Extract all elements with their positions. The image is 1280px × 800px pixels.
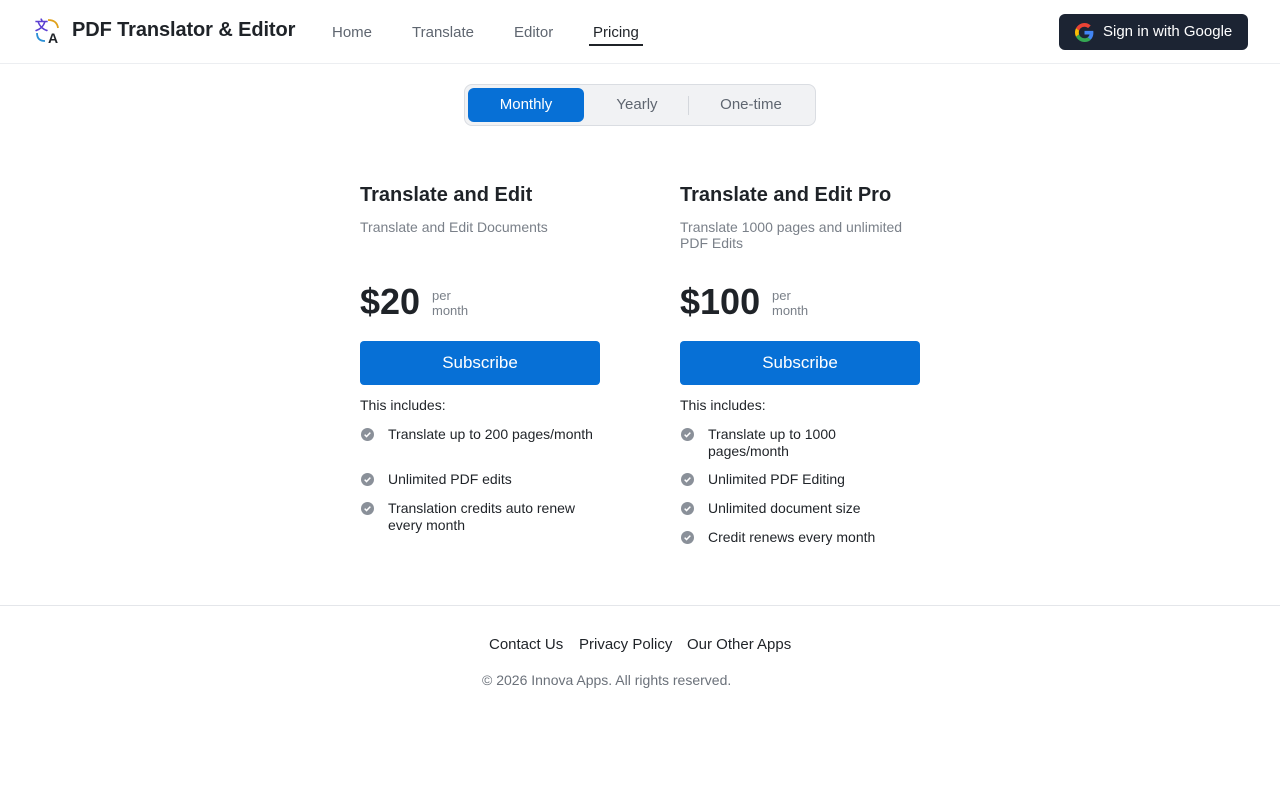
plan-description: Translate and Edit Documents <box>360 219 548 235</box>
check-circle-icon <box>681 531 694 544</box>
feature-text: Unlimited document size <box>708 500 861 516</box>
plan-price: $20 <box>360 281 421 322</box>
toggle-monthly[interactable]: Monthly <box>468 88 584 122</box>
footer: Contact Us Privacy Policy Our Other Apps… <box>0 605 1280 688</box>
svg-text:文: 文 <box>35 18 49 34</box>
svg-text:A: A <box>48 30 58 45</box>
subscribe-button[interactable]: Subscribe <box>680 341 920 385</box>
price-period-line-2: month <box>772 303 809 318</box>
feature-text: Credit renews every month <box>708 529 876 545</box>
footer-link-privacy[interactable]: Privacy Policy <box>579 636 672 653</box>
app-title[interactable]: PDF Translator & Editor <box>72 19 295 42</box>
includes-label: This includes: <box>360 397 446 413</box>
toggle-one-time[interactable]: One-time <box>691 88 811 122</box>
subscribe-button[interactable]: Subscribe <box>360 341 600 385</box>
feature-text: Translation credits auto renew every mon… <box>388 500 576 533</box>
top-header: 文 A PDF Translator & Editor Home Transla… <box>0 0 1280 64</box>
billing-period-toggle: Monthly Yearly One-time <box>464 84 816 126</box>
price-period-line-1: per <box>772 288 791 303</box>
footer-link-contact[interactable]: Contact Us <box>489 636 563 653</box>
check-circle-icon <box>361 473 374 486</box>
toggle-yearly[interactable]: Yearly <box>587 88 687 122</box>
nav-translate[interactable]: Translate <box>412 24 474 41</box>
check-circle-icon <box>361 502 374 515</box>
nav-editor[interactable]: Editor <box>514 24 553 41</box>
feature-text: Unlimited PDF edits <box>388 471 512 487</box>
feature-text: Unlimited PDF Editing <box>708 471 845 487</box>
google-icon <box>1075 23 1094 42</box>
sign-in-google-button[interactable]: Sign in with Google <box>1059 14 1248 50</box>
feature-text: Translate up to 1000 pages/month <box>708 426 836 459</box>
price-period: per month <box>432 288 468 318</box>
includes-label: This includes: <box>680 397 766 413</box>
nav-pricing[interactable]: Pricing <box>589 24 643 46</box>
plan-price: $100 <box>680 281 761 322</box>
nav-home[interactable]: Home <box>332 24 372 41</box>
sign-in-label: Sign in with Google <box>1103 23 1233 40</box>
check-circle-icon <box>681 473 694 486</box>
feature-text: Translate up to 200 pages/month <box>388 426 593 442</box>
footer-link-other-apps[interactable]: Our Other Apps <box>687 636 791 653</box>
price-period: per month <box>772 288 808 318</box>
copyright-text: © 2026 Innova Apps. All rights reserved. <box>482 672 732 688</box>
check-circle-icon <box>361 428 374 441</box>
toggle-divider <box>688 96 689 115</box>
price-period-line-1: per <box>432 288 451 303</box>
plan-name: Translate and Edit Pro <box>680 184 892 206</box>
plan-description: Translate 1000 pages and unlimited PDF E… <box>680 219 903 251</box>
check-circle-icon <box>681 428 694 441</box>
plan-name: Translate and Edit <box>360 184 533 206</box>
translate-icon[interactable]: 文 A <box>34 17 62 45</box>
check-circle-icon <box>681 502 694 515</box>
price-period-line-2: month <box>432 303 469 318</box>
